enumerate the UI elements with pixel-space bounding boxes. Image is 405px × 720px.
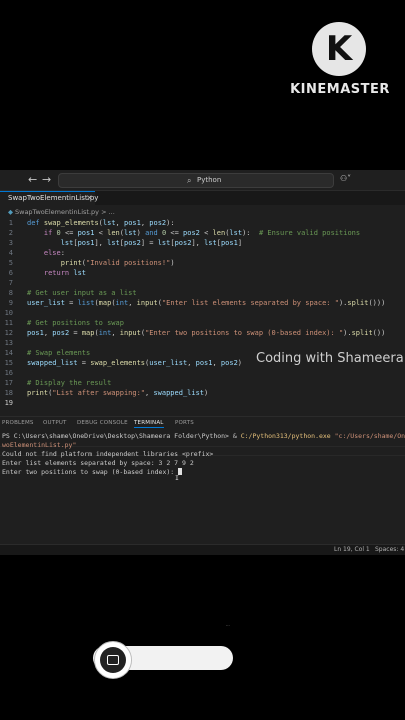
- kinemaster-logo: K: [312, 22, 366, 76]
- code-line: 4 else:: [8, 249, 65, 257]
- terminal-line-active: Enter two positions to swap (0-based ind…: [2, 468, 183, 477]
- small-caption: ...: [226, 622, 230, 627]
- terminal-line: woElementinList.py": [2, 441, 77, 449]
- copilot-icon[interactable]: ⚇˅: [340, 174, 351, 183]
- tab-debug-console[interactable]: DEBUG CONSOLE: [77, 420, 128, 426]
- arrow-right-icon[interactable]: →: [42, 173, 51, 186]
- channel-avatar: [94, 641, 132, 679]
- terminal[interactable]: PS C:\Users\shame\OneDrive\Desktop\Shame…: [0, 432, 405, 542]
- title-bar: ← → ⌕ Python ⚇˅: [0, 170, 405, 191]
- mouse-cursor-icon: I: [175, 474, 179, 482]
- kinemaster-watermark: KINEMASTER: [290, 82, 390, 97]
- code-line: 6 return lst: [8, 269, 87, 277]
- search-icon: ⌕: [187, 176, 192, 185]
- code-line: 7: [8, 279, 13, 287]
- code-line: 16: [4, 369, 13, 377]
- code-line: 5 print("Invalid positions!"): [8, 259, 175, 267]
- terminal-line: Could not find platform independent libr…: [2, 450, 214, 458]
- vscode-window: ← → ⌕ Python ⚇˅ SwapTwoElementinList.py …: [0, 170, 405, 555]
- code-line: 9 user_list = list(map(int, input("Enter …: [8, 299, 386, 307]
- breadcrumb-more[interactable]: > ...: [101, 208, 115, 216]
- avatar-inner: [100, 647, 126, 673]
- tab-terminal[interactable]: TERMINAL: [134, 420, 164, 428]
- close-icon[interactable]: ×: [86, 193, 93, 202]
- command-center-search[interactable]: ⌕ Python: [58, 173, 334, 188]
- code-line: 12 pos1, pos2 = map(int, input("Enter two…: [4, 329, 386, 337]
- terminal-line: PS C:\Users\shame\OneDrive\Desktop\Shame…: [2, 432, 405, 440]
- kinemaster-logo-letter: K: [325, 29, 353, 69]
- channel-watermark: Coding with Shameera: [256, 351, 404, 366]
- code-line: 10: [4, 309, 13, 317]
- breadcrumb: ◆ SwapTwoElementinList.py > ...: [0, 207, 405, 218]
- code-line: 8 # Get user input as a list: [8, 289, 137, 297]
- search-label: Python: [197, 176, 222, 184]
- panel-tab-bar: PROBLEMS OUTPUT DEBUG CONSOLE TERMINAL P…: [0, 416, 405, 431]
- code-line: 17 # Display the result: [4, 379, 112, 387]
- code-line: 2 if 0 <= pos1 < len(lst) and 0 <= pos2 …: [8, 229, 361, 237]
- status-cursor-position[interactable]: Ln 19, Col 1: [334, 546, 370, 553]
- code-line: 18 print("List after swapping:", swapped_…: [4, 389, 209, 397]
- status-indentation[interactable]: Spaces: 4: [375, 546, 404, 553]
- tab-swaptwoelementinlist[interactable]: SwapTwoElementinList.py ×: [0, 191, 99, 206]
- python-file-icon: ◆: [8, 208, 13, 216]
- code-line: 1 def swap_elements(lst, pos1, pos2):: [8, 219, 175, 227]
- status-bar: Ln 19, Col 1 Spaces: 4: [0, 544, 405, 555]
- code-line-current: 19: [4, 399, 13, 407]
- editor-tab-bar: SwapTwoElementinList.py ×: [0, 191, 405, 206]
- tab-ports[interactable]: PORTS: [175, 420, 194, 426]
- tab-filename: SwapTwoElementinList.py: [8, 194, 99, 202]
- terminal-line: Enter list elements separated by space: …: [2, 459, 194, 467]
- code-editor[interactable]: 1 def swap_elements(lst, pos1, pos2): 2 i…: [0, 218, 405, 456]
- code-line: 11 # Get positions to swap: [4, 319, 124, 327]
- code-line: 13: [4, 339, 13, 347]
- channel-logo-icon: [107, 655, 119, 665]
- tab-output[interactable]: OUTPUT: [43, 420, 67, 426]
- tab-problems[interactable]: PROBLEMS: [2, 420, 34, 426]
- code-line: 3 lst[pos1], lst[pos2] = lst[pos2], lst[…: [8, 239, 243, 247]
- arrow-left-icon[interactable]: ←: [28, 173, 37, 186]
- breadcrumb-file[interactable]: SwapTwoElementinList.py: [15, 208, 99, 216]
